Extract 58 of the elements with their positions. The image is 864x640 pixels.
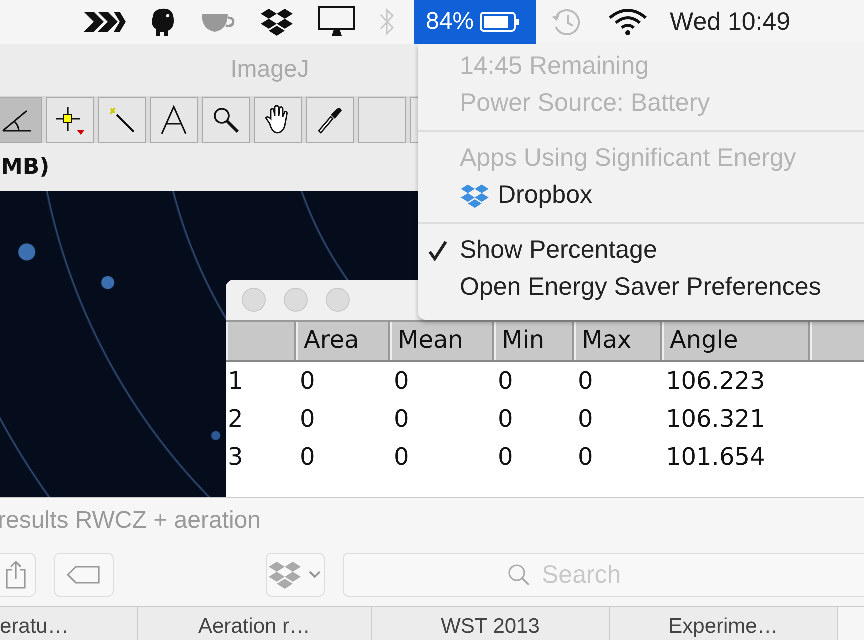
table-cell: 0 xyxy=(394,443,410,471)
dropbox-icon xyxy=(460,182,490,208)
menu-section-title: Apps Using Significant Energy xyxy=(460,144,796,173)
tool-button[interactable] xyxy=(202,97,250,143)
table-cell: 0 xyxy=(300,367,316,395)
tool-button[interactable] xyxy=(306,97,354,143)
dropbox-icon[interactable] xyxy=(260,7,294,37)
window-title: ImageJ xyxy=(230,56,310,84)
table-cell: 2 xyxy=(228,405,244,433)
column-header: Mean xyxy=(390,322,494,360)
table-cell: 106.321 xyxy=(666,405,766,433)
table-cell: 0 xyxy=(394,405,410,433)
table-cell: 0 xyxy=(394,367,410,395)
menu-info-text: Power Source: Battery xyxy=(460,89,710,118)
tag-button[interactable] xyxy=(54,553,114,597)
tool-button[interactable] xyxy=(46,97,94,143)
menu-item[interactable]: Open Energy Saver Preferences xyxy=(418,269,864,306)
menu-info-text: 14:45 Remaining xyxy=(460,52,650,81)
column-header: Max xyxy=(574,322,662,360)
tag-icon xyxy=(66,565,102,585)
clock-text[interactable]: Wed 10:49 xyxy=(670,8,791,36)
tab[interactable]: Aeration r… xyxy=(138,607,372,640)
tab[interactable]: eratu… xyxy=(0,607,138,640)
table-cell: 106.223 xyxy=(666,367,766,395)
column-header: Area xyxy=(296,322,390,360)
column-header: Angle xyxy=(662,322,810,360)
chevron-down-icon xyxy=(308,570,322,580)
table-cell: 0 xyxy=(578,443,594,471)
column-header: Min xyxy=(494,322,574,360)
table-cell: 0 xyxy=(300,405,316,433)
tool-button[interactable] xyxy=(150,97,198,143)
tool-button[interactable] xyxy=(254,97,302,143)
table-cell: 101.654 xyxy=(666,443,766,471)
menu-item[interactable]: Dropbox xyxy=(418,177,864,214)
table-cell: 0 xyxy=(578,367,594,395)
tool-button[interactable] xyxy=(0,97,42,143)
battery-icon xyxy=(480,12,520,32)
display-icon[interactable] xyxy=(318,6,356,38)
chevron-arrow-icon[interactable] xyxy=(84,11,126,33)
table-cell: 0 xyxy=(498,405,514,433)
search-icon xyxy=(507,563,531,587)
menu-item[interactable]: Show Percentage xyxy=(418,232,864,269)
tab[interactable]: WST 2013 xyxy=(372,607,610,640)
table-cell: 1 xyxy=(228,367,244,395)
table-cell: 3 xyxy=(228,443,244,471)
share-button[interactable] xyxy=(0,553,36,597)
table-cell: 0 xyxy=(498,367,514,395)
tab[interactable]: Experime… xyxy=(610,607,838,640)
magnifier-icon xyxy=(211,105,241,135)
table-cell: 0 xyxy=(578,405,594,433)
text-tool-icon xyxy=(160,105,188,135)
share-icon xyxy=(5,560,28,590)
table-cell: 0 xyxy=(498,443,514,471)
battery-menu-button[interactable]: 84% xyxy=(414,0,536,44)
status-text: MB) xyxy=(1,154,50,180)
dropbox-icon xyxy=(268,560,302,590)
table-cell: 0 xyxy=(300,443,316,471)
wifi-icon[interactable] xyxy=(608,7,648,37)
